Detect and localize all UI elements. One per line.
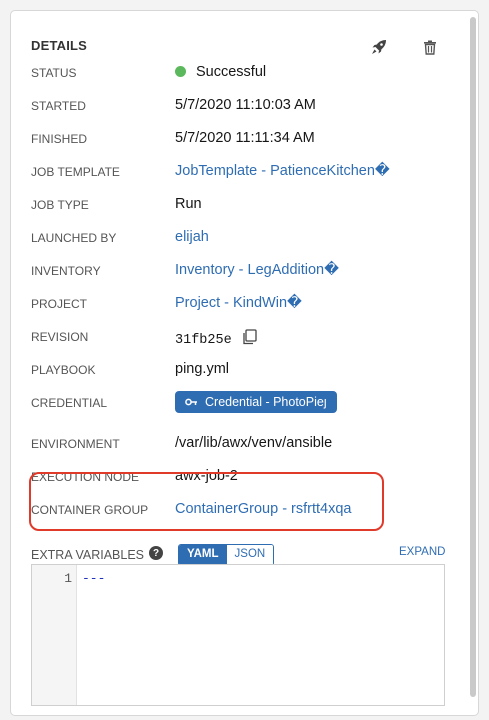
- status-value: Successful: [175, 64, 266, 80]
- copy-icon: [243, 329, 257, 345]
- row-inventory: INVENTORY Inventory - LegAddition�: [31, 262, 451, 284]
- row-finished: FINISHED 5/7/2020 11:11:34 AM: [31, 130, 451, 152]
- row-credential: CREDENTIAL Credential - PhotoPieȷ: [31, 391, 451, 416]
- row-started: STARTED 5/7/2020 11:10:03 AM: [31, 97, 451, 119]
- expand-button[interactable]: EXPAND: [399, 546, 445, 558]
- project-label: PROJECT: [31, 297, 88, 311]
- relaunch-button[interactable]: [369, 37, 389, 57]
- credential-chip-label: Credential - PhotoPieȷ: [205, 395, 327, 409]
- row-status: STATUS Successful: [31, 64, 451, 86]
- job-type-label: JOB TYPE: [31, 198, 89, 212]
- job-template-label: JOB TEMPLATE: [31, 165, 120, 179]
- revision-value: 31fb25e: [175, 329, 257, 350]
- json-toggle-button[interactable]: JSON: [226, 545, 274, 565]
- playbook-label: PLAYBOOK: [31, 363, 96, 377]
- yaml-toggle-button[interactable]: YAML: [179, 545, 227, 565]
- copy-revision-button[interactable]: [242, 329, 257, 350]
- rocket-icon: [372, 40, 386, 54]
- inventory-link[interactable]: Inventory - LegAddition�: [175, 262, 339, 278]
- project-link[interactable]: Project - KindWin�: [175, 295, 302, 311]
- job-details-panel: DETAILS STATUS Successful STARTED 5/7/20…: [10, 10, 479, 716]
- launched-by-label: LAUNCHED BY: [31, 231, 117, 245]
- row-job-type: JOB TYPE Run: [31, 196, 451, 218]
- row-playbook: PLAYBOOK ping.yml: [31, 361, 451, 383]
- key-icon: [185, 398, 197, 406]
- extra-variables-label: EXTRA VARIABLES: [31, 548, 145, 562]
- scrollbar[interactable]: [468, 17, 478, 707]
- extra-variables-editor[interactable]: 1 ---: [31, 564, 445, 706]
- trash-icon: [424, 40, 436, 55]
- finished-value: 5/7/2020 11:11:34 AM: [175, 130, 315, 146]
- row-revision: REVISION 31fb25e: [31, 329, 451, 350]
- revision-label: REVISION: [31, 330, 89, 344]
- row-job-template: JOB TEMPLATE JobTemplate - PatienceKitch…: [31, 163, 451, 185]
- editor-code[interactable]: ---: [82, 571, 105, 586]
- row-project: PROJECT Project - KindWin�: [31, 295, 451, 317]
- inventory-label: INVENTORY: [31, 264, 101, 278]
- status-success-icon: [175, 66, 186, 77]
- environment-value: /var/lib/awx/venv/ansible: [175, 435, 333, 451]
- finished-label: FINISHED: [31, 132, 88, 146]
- credential-label: CREDENTIAL: [31, 396, 108, 410]
- page-background: DETAILS STATUS Successful STARTED 5/7/20…: [0, 0, 489, 720]
- environment-label: ENVIRONMENT: [31, 437, 120, 451]
- highlight-annotation: [29, 472, 384, 531]
- started-label: STARTED: [31, 99, 86, 113]
- scrollbar-thumb[interactable]: [470, 17, 476, 697]
- status-label: STATUS: [31, 66, 77, 80]
- row-environment: ENVIRONMENT /var/lib/awx/venv/ansible: [31, 435, 451, 457]
- help-icon[interactable]: ?: [149, 546, 163, 560]
- started-value: 5/7/2020 11:10:03 AM: [175, 97, 316, 113]
- job-template-link[interactable]: JobTemplate - PatienceKitchen�: [175, 163, 390, 179]
- line-number: 1: [64, 571, 72, 586]
- launched-by-link[interactable]: elijah: [175, 229, 209, 245]
- delete-button[interactable]: [420, 37, 440, 57]
- details-title: DETAILS: [31, 38, 88, 53]
- editor-gutter: 1: [32, 565, 77, 705]
- status-text: Successful: [196, 64, 267, 80]
- format-toggle: YAML JSON: [178, 544, 275, 566]
- credential-chip[interactable]: Credential - PhotoPieȷ: [175, 391, 337, 413]
- job-type-value: Run: [175, 196, 202, 212]
- playbook-value: ping.yml: [175, 361, 229, 377]
- row-launched-by: LAUNCHED BY elijah: [31, 229, 451, 251]
- revision-text: 31fb25e: [175, 333, 232, 348]
